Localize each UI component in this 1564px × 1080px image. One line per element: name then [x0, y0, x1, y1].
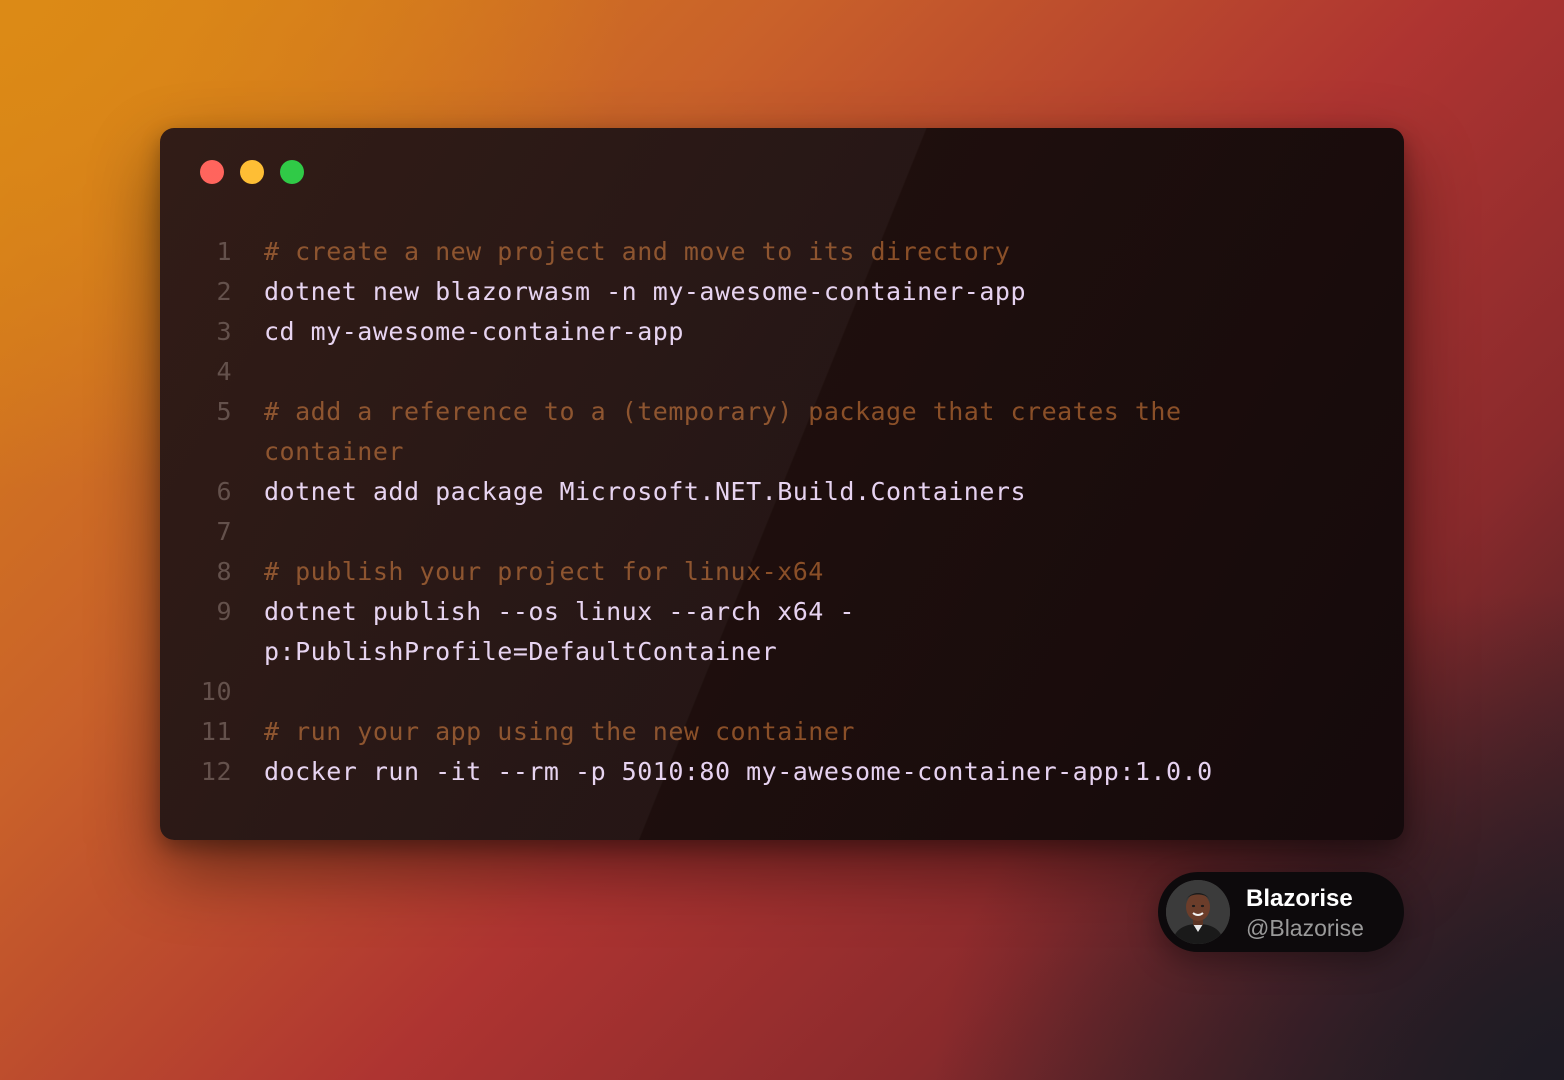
close-button[interactable]	[200, 160, 224, 184]
code-comment: # add a reference to a (temporary) packa…	[264, 397, 1182, 426]
line-number	[200, 432, 232, 472]
code-line: 3 cd my-awesome-container-app	[200, 312, 1213, 352]
code-command: dotnet add package Microsoft.NET.Build.C…	[264, 477, 1027, 506]
code-command: cd my-awesome-container-app	[264, 317, 684, 346]
code-line: 9 dotnet publish --os linux --arch x64 -	[200, 592, 1213, 632]
line-number: 12	[200, 757, 232, 786]
line-number: 11	[200, 717, 232, 746]
code-line: 5 # add a reference to a (temporary) pack…	[200, 392, 1213, 432]
author-handle: @Blazorise	[1246, 915, 1364, 941]
code-line: 8 # publish your project for linux-x64	[200, 552, 1213, 592]
line-number: 7	[216, 517, 232, 546]
window-controls	[200, 160, 304, 184]
person-avatar-icon	[1166, 880, 1230, 944]
line-number	[200, 632, 232, 672]
code-comment: # publish your project for linux-x64	[264, 557, 824, 586]
code-command: p:PublishProfile=DefaultContainer	[264, 637, 778, 666]
code-line: 6 dotnet add package Microsoft.NET.Build.…	[200, 472, 1213, 512]
code-line: 12 docker run -it --rm -p 5010:80 my-awes…	[200, 752, 1213, 792]
line-number: 10	[200, 677, 232, 706]
line-number: 9	[216, 597, 232, 626]
code-line: 7	[200, 512, 1213, 552]
code-command: docker run -it --rm -p 5010:80 my-awesom…	[264, 757, 1213, 786]
code-line: 4	[200, 352, 1213, 392]
zoom-button[interactable]	[280, 160, 304, 184]
author-badge: Blazorise @Blazorise	[1158, 872, 1404, 952]
line-number: 5	[216, 397, 232, 426]
line-number: 8	[216, 557, 232, 586]
line-number: 1	[216, 237, 232, 266]
code-command: dotnet publish --os linux --arch x64 -	[264, 597, 855, 626]
code-line: 10	[200, 672, 1213, 712]
code-comment: # create a new project and move to its d…	[264, 237, 1011, 266]
line-number: 2	[216, 277, 232, 306]
line-number: 4	[216, 357, 232, 386]
code-block: 1 # create a new project and move to its …	[200, 232, 1213, 792]
line-number: 3	[216, 317, 232, 346]
line-number: 6	[216, 477, 232, 506]
code-comment: # run your app using the new container	[264, 717, 855, 746]
code-line: 2 dotnet new blazorwasm -n my-awesome-con…	[200, 272, 1213, 312]
code-comment: container	[264, 437, 404, 466]
code-line: 1 # create a new project and move to its …	[200, 232, 1213, 272]
author-name: Blazorise	[1246, 885, 1353, 912]
code-command: dotnet new blazorwasm -n my-awesome-cont…	[264, 277, 1027, 306]
code-line: p:PublishProfile=DefaultContainer	[200, 632, 1213, 672]
code-window: 1 # create a new project and move to its …	[160, 128, 1404, 840]
code-line: 11 # run your app using the new container	[200, 712, 1213, 752]
minimize-button[interactable]	[240, 160, 264, 184]
code-line: container	[200, 432, 1213, 472]
